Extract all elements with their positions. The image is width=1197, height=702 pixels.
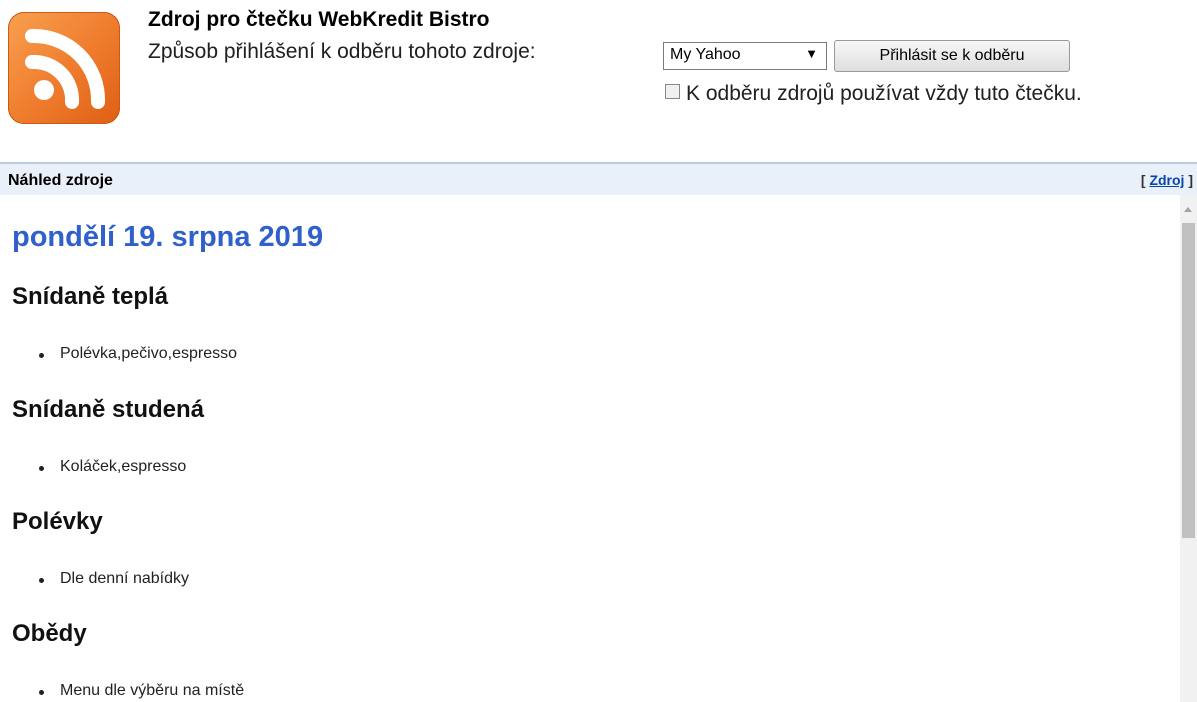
preview-bar: Náhled zdroje [ Zdroj ] (0, 162, 1197, 195)
section-list-item: Koláček,espresso (38, 458, 187, 475)
chevron-down-icon: ▼ (805, 46, 818, 61)
section-heading: Snídaně studená (12, 396, 205, 423)
feed-date-heading: pondělí 19. srpna 2019 (12, 221, 324, 253)
section-heading: Obědy (12, 620, 87, 647)
source-link-close-bracket: ] (1188, 172, 1193, 188)
vertical-scrollbar[interactable] (1180, 195, 1197, 702)
scrollbar-thumb[interactable] (1182, 223, 1195, 538)
feed-title: Zdroj pro čtečku WebKredit Bistro (148, 8, 490, 31)
always-use-label: K odběru zdrojů používat vždy tuto čtečk… (686, 82, 1082, 105)
subscribe-method-label: Způsob přihlášení k odběru tohoto zdroje… (148, 40, 536, 63)
source-link[interactable]: Zdroj (1149, 172, 1184, 188)
source-link-open-bracket: [ (1140, 172, 1146, 188)
section-heading: Polévky (12, 508, 103, 535)
reader-select[interactable]: My Yahoo ▼ (663, 42, 827, 70)
section-list-item: Dle denní nabídky (39, 570, 189, 587)
source-link-wrapper: [ Zdroj ] (1141, 172, 1193, 188)
always-use-reader-option[interactable]: K odběru zdrojů používat vždy tuto čtečk… (663, 78, 1143, 110)
scroll-up-arrow-icon[interactable] (1184, 207, 1192, 212)
feed-content: pondělí 19. srpna 2019 Snídaně teplá Pol… (0, 195, 1180, 702)
always-use-checkbox[interactable] (665, 84, 680, 99)
reader-select-value: My Yahoo (670, 46, 741, 63)
feed-header: Zdroj pro čtečku WebKredit Bistro Způsob… (0, 0, 1197, 162)
section-list-item: Polévka,pečivo,espresso (39, 345, 237, 362)
preview-title: Náhled zdroje (8, 172, 113, 189)
section-list-item: Menu dle výběru na místě (38, 682, 245, 699)
section-heading: Snídaně teplá (12, 283, 169, 310)
subscribe-button[interactable]: Přihlásit se k odběru (834, 40, 1070, 72)
rss-icon (8, 12, 120, 124)
